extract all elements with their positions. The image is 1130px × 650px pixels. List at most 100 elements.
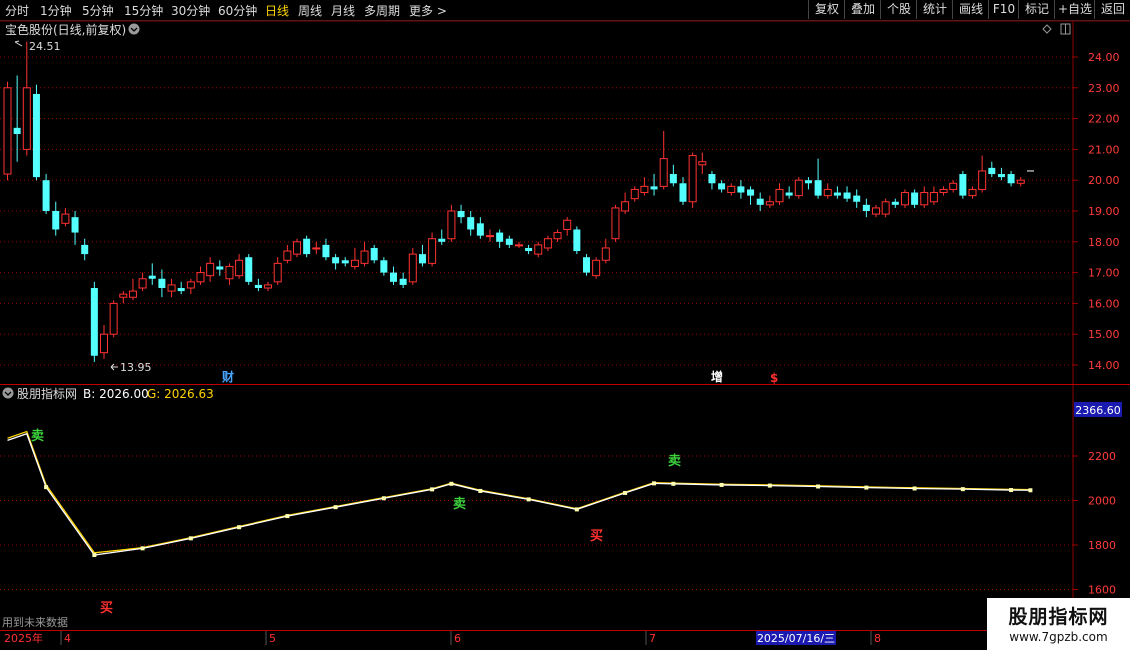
price-axis: 24.00 23.00 22.00 21.00 20.00 19.00 18.00 17.00… (1073, 51, 1120, 372)
candle-body (843, 192, 851, 199)
candle-body (408, 253, 417, 283)
cursor-date-label: 2025/07/16/三 (757, 632, 835, 645)
candle-body (505, 238, 513, 245)
title-dropdown-icon[interactable] (128, 23, 140, 35)
indicator-g-value: G: 2026.63 (147, 387, 214, 401)
stock-title: 宝色股份(日线,前复权) (5, 22, 126, 37)
candle-body (81, 244, 89, 255)
low-price-label: 13.95 (120, 361, 152, 374)
b-point (285, 514, 290, 519)
candle-body (659, 158, 668, 187)
indicator-series (7, 430, 1033, 558)
candle-body (583, 257, 590, 273)
indicator-grid (0, 455, 1073, 590)
increase-marker[interactable]: 增 (711, 369, 723, 384)
candle-body (988, 167, 996, 175)
b-point (188, 536, 193, 541)
candle-body (61, 213, 70, 224)
candle-body (573, 229, 581, 252)
time-axis: 2025年 4 5 6 7 2025/07/16/三 8 (4, 631, 881, 645)
time-label-may: 5 (269, 632, 276, 645)
candle-body (563, 219, 572, 230)
candle-body (100, 333, 108, 354)
candle-body (727, 185, 736, 194)
candle-body (225, 265, 234, 280)
b-line (7, 432, 1031, 556)
price-tick-label: 16.00 (1088, 297, 1120, 310)
candle-body (128, 290, 137, 298)
site-watermark: 股朋指标网 www.7gpzb.com (987, 598, 1130, 650)
candle-body (959, 174, 967, 196)
candle-body (630, 188, 639, 200)
candle-body (698, 161, 707, 166)
b-point (623, 490, 628, 495)
candle-body (718, 183, 726, 190)
b-point (478, 488, 483, 493)
candle-body (312, 247, 321, 250)
candle-body (428, 238, 437, 264)
indicator-dropdown-icon[interactable] (2, 387, 14, 399)
indicator-tick-label: 2000 (1088, 495, 1116, 508)
candle-body (978, 170, 987, 190)
candle-body (911, 192, 919, 205)
indicator-tick-label: 1800 (1088, 539, 1116, 552)
time-label-jun: 6 (454, 632, 461, 645)
b-point (960, 487, 965, 492)
candle-body (3, 87, 12, 175)
b-point (719, 482, 724, 487)
candle-body (669, 174, 677, 184)
candle-body (264, 284, 273, 289)
candle-body (109, 302, 118, 335)
b-point (381, 496, 386, 501)
candle-body (775, 188, 784, 203)
finance-marker[interactable]: 财 (221, 369, 234, 384)
candle-body (119, 293, 128, 298)
main-grid (0, 56, 1073, 366)
future-data-note: 用到未来数据 (2, 615, 68, 629)
b-point (1028, 488, 1033, 493)
candle-body (872, 207, 880, 215)
price-tick-label: 19.00 (1088, 205, 1120, 218)
candle-body (765, 201, 774, 206)
time-label-apr: 4 (64, 632, 71, 645)
b-point (912, 486, 917, 491)
candle-body (90, 288, 98, 356)
b-point (526, 497, 531, 502)
indicator-axis: 2200 2000 1800 1600 (1073, 450, 1116, 597)
price-tick-label: 20.00 (1088, 174, 1120, 187)
candle-body (148, 275, 156, 279)
candle-body (235, 259, 244, 277)
candle-body (370, 247, 378, 261)
watermark-title: 股朋指标网 (1008, 606, 1109, 628)
candle-body (186, 281, 195, 289)
candle-body (399, 278, 407, 285)
price-tick-label: 24.00 (1088, 51, 1120, 64)
candle-body (708, 174, 716, 184)
candle-body (283, 250, 292, 261)
price-tick-label: 17.00 (1088, 267, 1120, 280)
candle-body (71, 217, 79, 233)
candle-body (32, 93, 40, 178)
candle-body (688, 155, 697, 203)
candle-body (804, 180, 812, 184)
candle-body (592, 259, 601, 277)
indicator-tick-label: 2200 (1088, 450, 1116, 463)
candle-body (900, 192, 909, 206)
candle-body (997, 174, 1005, 178)
candle-body (601, 247, 610, 261)
candle-body (42, 180, 50, 211)
candle-body (496, 232, 504, 242)
candle-body (380, 260, 388, 273)
dividend-marker[interactable]: $ (770, 371, 778, 385)
b-point (816, 484, 821, 489)
candle-body (862, 204, 870, 211)
candle-body (737, 186, 745, 193)
chart-canvas[interactable]: 24.00 23.00 22.00 21.00 20.00 19.00 18.00 17.00… (0, 0, 1130, 650)
diamond-icon[interactable] (1042, 24, 1052, 34)
sell-signal: 卖 (668, 453, 681, 469)
candle-body (13, 127, 21, 134)
watermark-url: www.7gpzb.com (1009, 630, 1108, 644)
candlestick-series (3, 41, 1034, 362)
price-tick-label: 23.00 (1088, 82, 1120, 95)
candle-body (138, 278, 147, 289)
